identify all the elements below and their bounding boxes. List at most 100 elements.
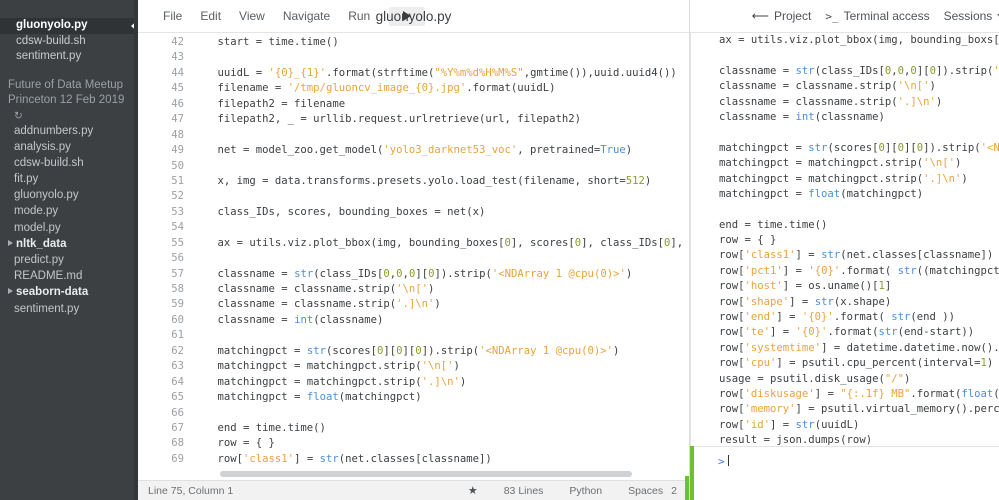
line-number: 42 <box>171 36 184 48</box>
run-button[interactable] <box>389 6 426 26</box>
terminal-access-button[interactable]: >_ Terminal access <box>818 5 936 27</box>
menu-file[interactable]: File <box>154 6 191 26</box>
editor-horizontal-scrollbar[interactable] <box>138 468 689 480</box>
code-line: classname = classname.strip('\n[') <box>192 283 435 295</box>
line-number: 59 <box>171 298 184 311</box>
line-number: 45 <box>171 82 184 95</box>
console-line: row['host'] = os.uname()[1] <box>719 280 892 293</box>
file-tree-label: nltk_data <box>16 237 67 250</box>
status-bar: Line 75, Column 1 ★ 83 Lines Python Spac… <box>138 480 689 500</box>
line-number: 47 <box>171 113 184 126</box>
project-back-button[interactable]: ⟵ Project <box>745 5 819 27</box>
refresh-icon[interactable]: ↻ <box>14 109 23 124</box>
code-content[interactable]: start = time.time() uuidL = '{0}_{1}'.fo… <box>192 35 689 480</box>
file-tree-folder-seaborn-data[interactable]: seaborn-data <box>0 284 138 300</box>
console-line: usage = psutil.disk_usage("/") <box>719 372 911 385</box>
file-tree-item-readme[interactable]: README.md <box>0 268 138 284</box>
menu-view[interactable]: View <box>230 6 274 26</box>
menu-run[interactable]: Run <box>339 6 379 26</box>
file-tree-label: seaborn-data <box>16 286 89 299</box>
menu-navigate[interactable]: Navigate <box>274 6 339 26</box>
project-name-line1: Future of Data Meetup <box>8 78 124 91</box>
sidebar-open-file-cdsw-build[interactable]: cdsw-build.sh <box>0 34 138 50</box>
sidebar-divider-gap <box>0 65 138 78</box>
file-tree-label: analysis.py <box>14 140 71 153</box>
console-line: matchingpct = str(scores[0][0][0]).strip… <box>719 141 999 154</box>
line-count: 83 Lines <box>503 484 544 497</box>
menu-bar: File Edit View Navigate Run <box>138 6 426 26</box>
file-tree-item-predict[interactable]: predict.py <box>0 252 138 268</box>
sidebar: gluonyolo.py cdsw-build.sh sentiment.py … <box>0 0 138 500</box>
console-line: matchingpct = matchingpct.strip('\n[') <box>719 157 962 170</box>
console-line: row['cpu'] = psutil.cpu_percent(interval… <box>719 357 994 370</box>
file-tree-item-addnumbers[interactable]: addnumbers.py <box>0 123 138 139</box>
code-line: row = { } <box>192 437 275 450</box>
code-line: end = time.time() <box>192 421 326 434</box>
session-status-indicator <box>685 476 689 500</box>
console-output[interactable]: ax = utils.viz.plot_bbox(img, bounding_b… <box>690 33 999 446</box>
editor-scroll-thumb[interactable] <box>220 471 632 477</box>
right-panel: ⟵ Project >_ Terminal access Sessions ax… <box>690 0 999 500</box>
file-tree-item-analysis[interactable]: analysis.py <box>0 139 138 155</box>
line-number: 52 <box>171 190 184 203</box>
code-line: class_IDs, scores, bounding_boxes = net(… <box>192 205 486 218</box>
console-line: row['memory'] = psutil.virtual_memory().… <box>719 403 999 416</box>
terminal-icon: >_ <box>825 9 839 23</box>
line-number: 67 <box>171 421 184 434</box>
file-tree-item-mode[interactable]: mode.py <box>0 203 138 219</box>
console-input-row[interactable]: > <box>690 445 999 500</box>
line-number: 68 <box>171 437 184 450</box>
code-line: matchingpct = matchingpct.strip('.]\n') <box>192 375 467 388</box>
file-tree-item-gluonyolo[interactable]: gluonyolo.py <box>0 187 138 203</box>
code-line: start = time.time() <box>192 36 339 48</box>
console-line: row['te'] = '{0}'.format(str(end-start)) <box>719 326 975 339</box>
console-line: row['diskusage'] = "{:.1f} MB".format(fl… <box>719 387 999 400</box>
indent-size[interactable]: 2 <box>671 485 677 497</box>
console-line: row['shape'] = str(x.shape) <box>719 295 892 308</box>
file-tree-label: addnumbers.py <box>14 124 94 137</box>
code-editor[interactable]: 42 43 44 45 46 47 48 49 50 51 52 53 54 55 56 57 58 59 60 61… <box>138 33 689 480</box>
line-number: 44 <box>171 66 184 79</box>
console-line: result = json.dumps(row) <box>719 434 873 446</box>
file-tree-item-sentiment[interactable]: sentiment.py <box>0 301 138 317</box>
line-number: 66 <box>171 406 184 419</box>
file-tree-folder-nltk-data[interactable]: nltk_data <box>0 236 138 252</box>
menu-edit[interactable]: Edit <box>191 6 230 26</box>
project-label: Project <box>773 9 812 23</box>
editor-toolbar: File Edit View Navigate Run gluonyolo.py <box>138 0 689 33</box>
line-number: 51 <box>171 174 184 187</box>
star-icon[interactable]: ★ <box>468 484 478 497</box>
sessions-dropdown[interactable]: Sessions <box>937 5 999 27</box>
file-tree-label: sentiment.py <box>14 302 80 315</box>
file-tree-label: fit.py <box>14 173 39 186</box>
console-code-block: ax = utils.viz.plot_bbox(img, bounding_b… <box>691 33 999 446</box>
console-line: row = { } <box>719 234 777 247</box>
chevron-right-icon <box>8 288 13 295</box>
file-tree-item-model[interactable]: model.py <box>0 220 138 236</box>
code-line: net = model_zoo.get_model('yolo3_darknet… <box>192 144 633 157</box>
right-toolbar: ⟵ Project >_ Terminal access Sessions <box>690 0 999 33</box>
console-line: classname = int(classname) <box>719 110 885 123</box>
cursor-position: Line 75, Column 1 <box>148 484 234 497</box>
sidebar-open-file-sentiment[interactable]: sentiment.py <box>0 49 138 65</box>
file-tree-item-fit[interactable]: fit.py <box>0 171 138 187</box>
sidebar-open-file-gluonyolo[interactable]: gluonyolo.py <box>0 18 138 34</box>
file-tree-item-cdsw-build[interactable]: cdsw-build.sh <box>0 155 138 171</box>
sidebar-top-spacer <box>0 0 138 18</box>
file-tree-label: cdsw-build.sh <box>14 156 84 169</box>
console-line: ax = utils.viz.plot_bbox(img, bounding_b… <box>719 34 999 46</box>
language-mode[interactable]: Python <box>569 485 602 497</box>
line-number-gutter: 42 43 44 45 46 47 48 49 50 51 52 53 54 55 56 57 58 59 60 61… <box>138 35 184 480</box>
sidebar-open-file-label: gluonyolo.py <box>16 19 88 31</box>
indent-mode[interactable]: Spaces <box>628 485 663 497</box>
console-line: row['id'] = str(uuidL) <box>719 418 860 431</box>
project-name-line2: Princeton 12 Feb 2019 <box>8 93 125 106</box>
terminal-access-label: Terminal access <box>843 9 930 23</box>
line-number: 48 <box>171 128 184 141</box>
line-number: 50 <box>171 159 184 172</box>
